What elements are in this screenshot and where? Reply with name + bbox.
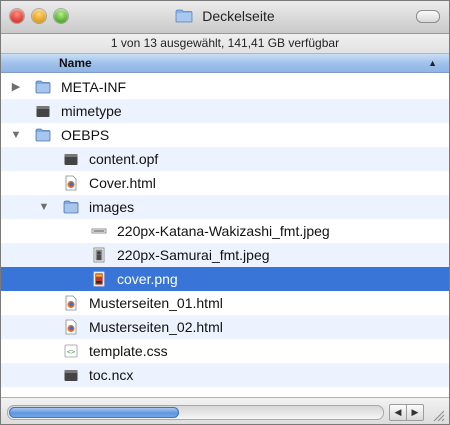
css-document-icon: <> <box>64 344 78 358</box>
html-document-icon <box>65 295 77 311</box>
disclosure-expanded-icon[interactable]: ▼ <box>10 123 22 147</box>
list-item[interactable]: 220px-Samurai_fmt.jpeg <box>1 243 449 267</box>
file-name: 220px-Katana-Wakizashi_fmt.jpeg <box>117 223 330 239</box>
window-title-wrap: Deckelseite <box>1 8 449 24</box>
finder-window: Deckelseite 1 von 13 ausgewählt, 141,41 … <box>0 0 450 425</box>
scroll-right-button[interactable]: ▶ <box>406 404 424 421</box>
disclosure-collapsed-icon[interactable]: ▶ <box>10 75 22 99</box>
column-header-label: Name <box>59 56 92 70</box>
resize-grip-icon[interactable] <box>431 408 445 422</box>
image-thumbnail-icon <box>93 247 105 263</box>
horizontal-scrollbar[interactable]: ◀ ▶ <box>1 397 449 424</box>
file-name: Musterseiten_01.html <box>89 295 223 311</box>
file-name: META-INF <box>61 79 127 95</box>
file-list: ▶ META-INF mimetype ▼ OEBPS content.opf … <box>1 73 449 396</box>
list-item[interactable]: <> template.css <box>1 339 449 363</box>
folder-icon <box>35 80 51 94</box>
file-name: 220px-Samurai_fmt.jpeg <box>117 247 270 263</box>
image-thumbnail-icon <box>91 228 107 234</box>
file-name: images <box>89 199 135 215</box>
toolbar-toggle-button[interactable] <box>416 10 440 23</box>
file-name: OEBPS <box>61 127 110 143</box>
list-item[interactable]: 220px-Katana-Wakizashi_fmt.jpeg <box>1 219 449 243</box>
generic-file-icon <box>64 154 78 165</box>
list-item[interactable]: ▼ images <box>1 195 449 219</box>
file-name: Cover.html <box>89 175 156 191</box>
file-name: toc.ncx <box>89 367 134 383</box>
file-name: Musterseiten_02.html <box>89 319 223 335</box>
list-item[interactable]: toc.ncx <box>1 363 449 387</box>
list-item[interactable]: content.opf <box>1 147 449 171</box>
folder-icon <box>35 128 51 142</box>
list-item[interactable]: ▼ OEBPS <box>1 123 449 147</box>
list-item[interactable]: Cover.html <box>1 171 449 195</box>
disclosure-expanded-icon[interactable]: ▼ <box>38 195 50 219</box>
scrollbar-thumb[interactable] <box>9 407 179 418</box>
file-name: template.css <box>89 343 168 359</box>
html-document-icon <box>65 319 77 335</box>
file-name: content.opf <box>89 151 159 167</box>
scroll-left-button[interactable]: ◀ <box>389 404 407 421</box>
generic-file-icon <box>36 106 50 117</box>
folder-icon <box>175 9 193 23</box>
list-item[interactable]: Musterseiten_02.html <box>1 315 449 339</box>
list-item[interactable]: ▶ META-INF <box>1 75 449 99</box>
list-item[interactable]: Musterseiten_01.html <box>1 291 449 315</box>
generic-file-icon <box>64 370 78 381</box>
file-name: cover.png <box>117 271 178 287</box>
sort-ascending-icon: ▲ <box>428 58 437 68</box>
list-item-selected[interactable]: cover.png <box>1 267 449 291</box>
svg-text:<>: <> <box>67 348 75 356</box>
list-item[interactable]: mimetype <box>1 99 449 123</box>
status-bar: 1 von 13 ausgewählt, 141,41 GB verfügbar <box>1 34 449 54</box>
window-title: Deckelseite <box>202 8 275 24</box>
file-name: mimetype <box>61 103 122 119</box>
scrollbar-track[interactable] <box>7 405 384 420</box>
png-image-icon <box>93 271 105 287</box>
column-header-name[interactable]: Name ▲ <box>1 54 449 73</box>
title-bar[interactable]: Deckelseite <box>1 1 449 34</box>
html-document-icon <box>65 175 77 191</box>
folder-icon <box>63 200 79 214</box>
